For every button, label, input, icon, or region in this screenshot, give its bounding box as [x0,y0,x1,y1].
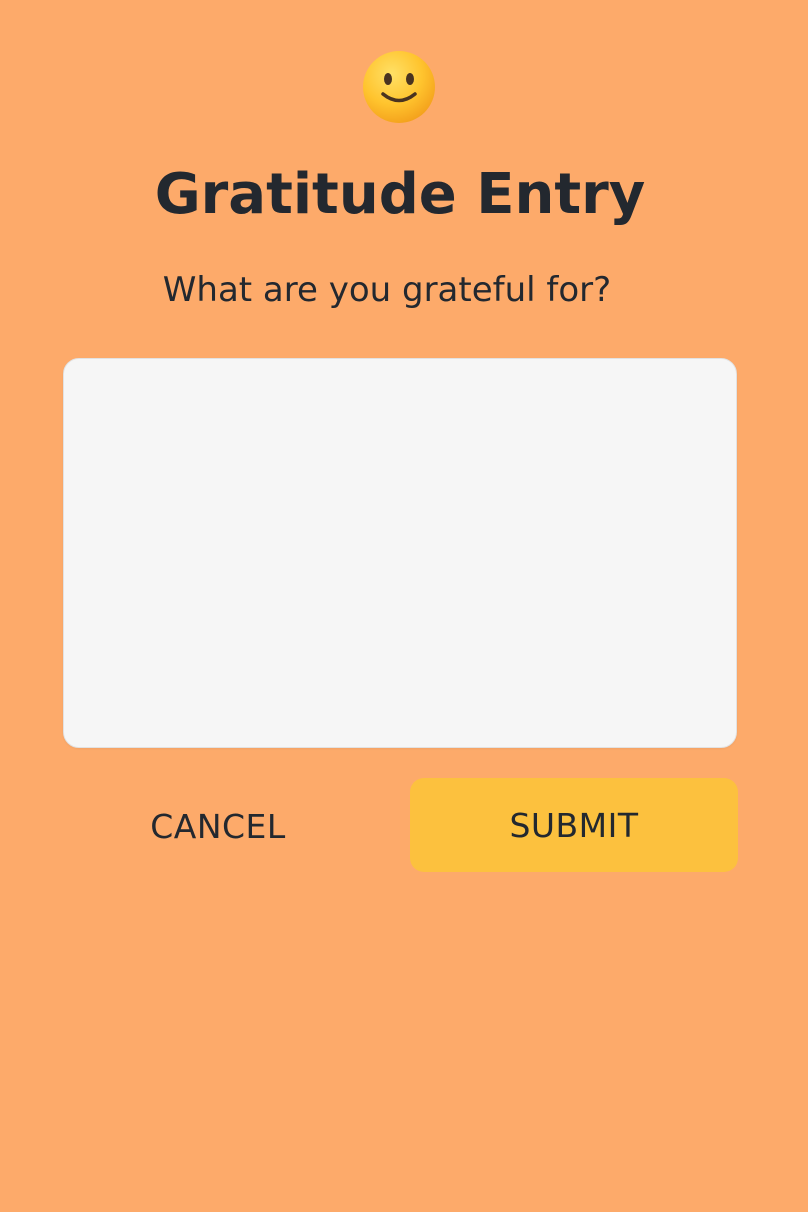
gratitude-entry-screen: Gratitude Entry What are you grateful fo… [0,0,808,1212]
smiling-face-icon [361,49,437,125]
entry-prompt: What are you grateful for? [162,270,612,310]
submit-button[interactable]: SUBMIT [410,778,738,872]
cancel-button[interactable]: CANCEL [100,780,336,872]
gratitude-entry-input[interactable] [63,358,737,748]
page-title: Gratitude Entry [154,162,646,227]
